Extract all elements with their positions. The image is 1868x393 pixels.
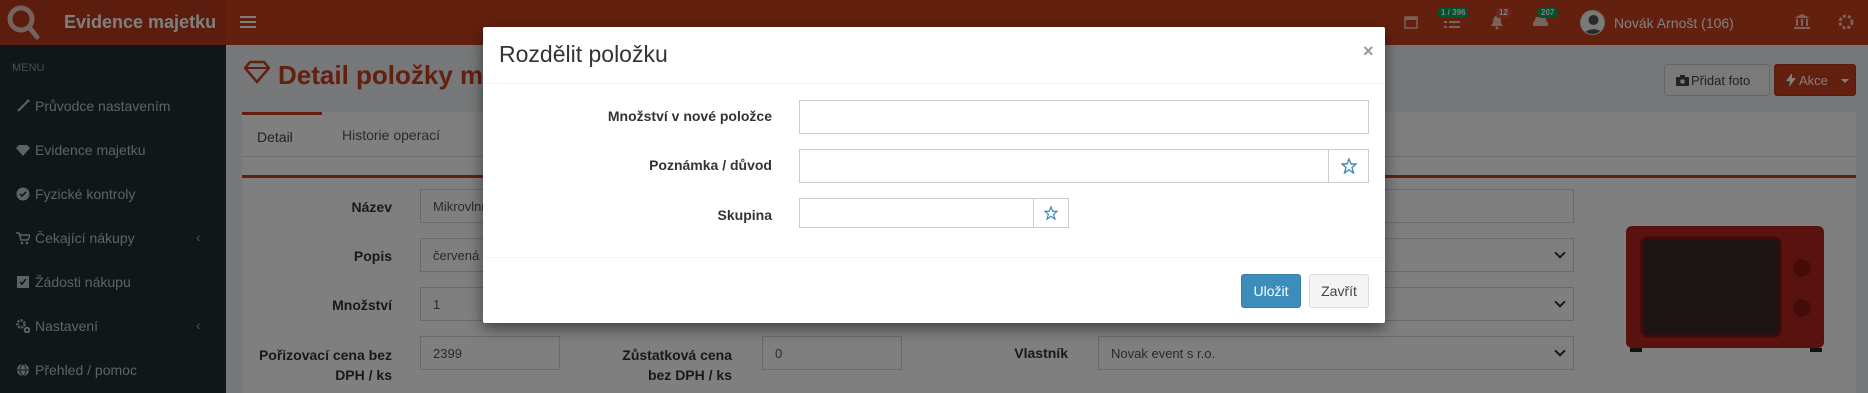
new-quantity-input[interactable] (799, 100, 1369, 134)
close-icon[interactable]: × (1363, 41, 1374, 62)
group-label: Skupina (717, 207, 772, 223)
group-favorite-button[interactable] (1033, 198, 1069, 228)
new-quantity-label: Množství v nové položce (607, 108, 772, 124)
modal-header-divider (483, 83, 1385, 84)
note-favorite-button[interactable] (1328, 149, 1369, 183)
note-label: Poznámka / důvod (649, 157, 772, 173)
note-input[interactable] (799, 149, 1329, 183)
group-input[interactable] (799, 198, 1034, 228)
star-icon (1044, 206, 1058, 220)
star-icon (1340, 158, 1357, 174)
close-button[interactable]: Zavřít (1309, 274, 1369, 308)
save-button[interactable]: Uložit (1241, 274, 1301, 308)
modal-title: Rozdělit položku (499, 41, 668, 67)
modal-footer-divider (483, 257, 1385, 258)
split-item-modal: Rozdělit položku × Množství v nové polož… (483, 27, 1385, 323)
